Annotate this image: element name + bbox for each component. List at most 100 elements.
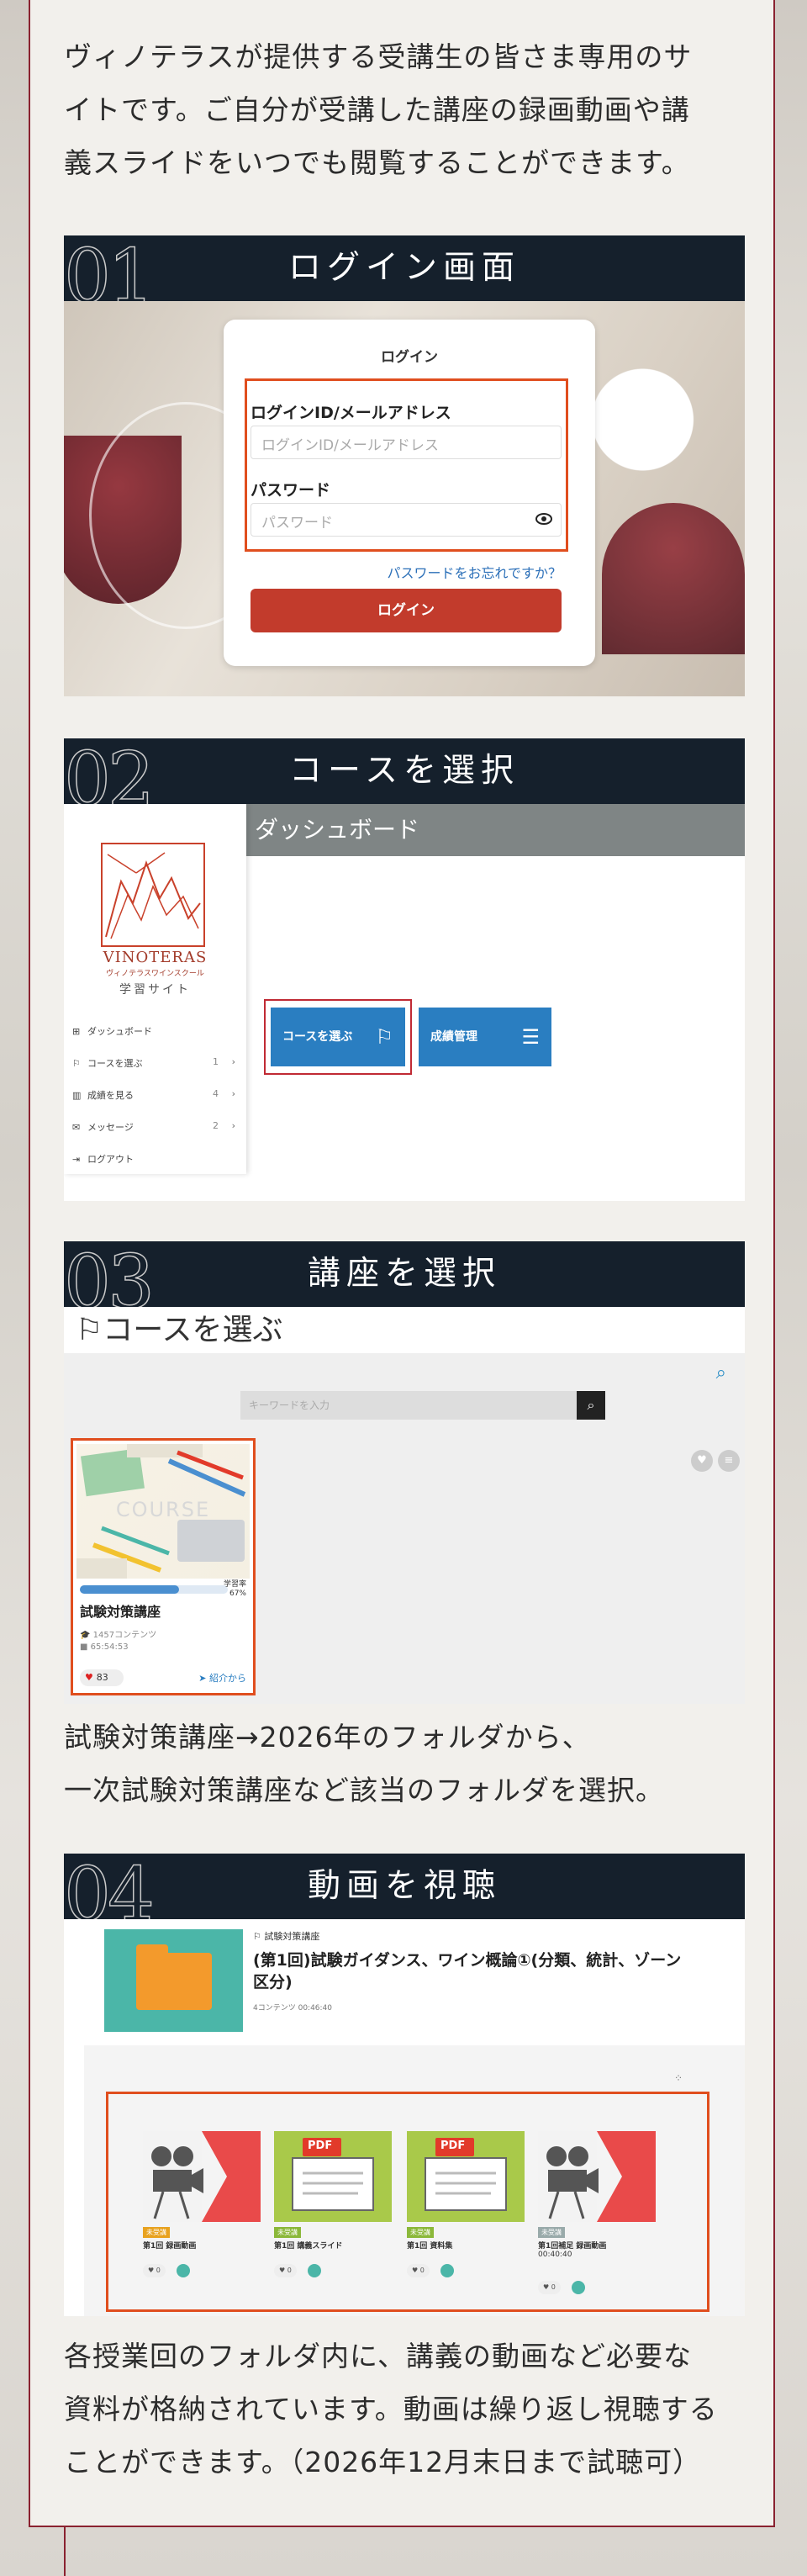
like-pill[interactable]: ♥ 0 bbox=[274, 2264, 297, 2277]
login-button[interactable]: ログイン bbox=[251, 589, 562, 632]
heart-icon: ♥ bbox=[85, 1672, 97, 1683]
flag-icon: ⚐ bbox=[375, 1025, 393, 1049]
sidebar-item-logout[interactable]: ⇥ ログアウト bbox=[72, 1152, 240, 1166]
item-caption: 未受講 第1回 録画動画 bbox=[143, 2227, 197, 2251]
grid-icon: ⊞ bbox=[72, 1026, 81, 1037]
step-title: 講座を選択 bbox=[307, 1255, 501, 1293]
flag-icon: ⚐ bbox=[72, 1058, 81, 1069]
list-icon[interactable]: ≡ bbox=[718, 1450, 740, 1472]
frame-tail bbox=[64, 2527, 66, 2576]
video-item[interactable] bbox=[538, 2131, 656, 2222]
progress-bar bbox=[80, 1585, 228, 1594]
logo-caption: 学習サイト bbox=[119, 983, 191, 997]
page-title: ⚐コースを選ぶ bbox=[64, 1307, 745, 1353]
password-label: パスワード bbox=[251, 481, 331, 500]
intro-text: ヴィノテラスが提供する受講生の皆さま専用のサ イトです。ご自分が受講した講座の録… bbox=[64, 30, 753, 189]
intro-line: イトです。ご自分が受講した講座の録画動画や講 bbox=[64, 93, 690, 126]
password-input[interactable]: パスワード bbox=[251, 503, 562, 537]
like-pill[interactable]: ♥ 0 bbox=[407, 2264, 430, 2277]
step3-caption: 試験対策講座→2026年のフォルダから、 一次試験対策講座など該当のフォルダを選… bbox=[64, 1721, 664, 1806]
content-card: ヴィノテラスが提供する受講生の皆さま専用のサ イトです。ご自分が受講した講座の録… bbox=[29, 0, 775, 2527]
flag-icon: ⚐ bbox=[253, 1931, 265, 1942]
progress-text: 学習率 67% bbox=[223, 1580, 246, 1598]
pdf-item[interactable]: PDF bbox=[407, 2131, 525, 2222]
search-button[interactable]: ⌕ bbox=[577, 1391, 605, 1420]
heart-icon[interactable]: ♥ bbox=[691, 1450, 713, 1472]
pdf-label: PDF bbox=[308, 2140, 333, 2152]
sidebar-item-dashboard[interactable]: ⊞ ダッシュボード bbox=[72, 1024, 240, 1038]
status-badge: 未受講 bbox=[274, 2227, 301, 2238]
step-title: コースを選択 bbox=[288, 752, 520, 790]
login-screenshot: ログイン ログインID/メールアドレス ログインID/メールアドレス パスワード… bbox=[64, 301, 745, 696]
step-header-03: 03 講座を選択 bbox=[63, 1241, 745, 1320]
sidebar-item-grades[interactable]: ▥ 成績を見る 4 › bbox=[72, 1088, 240, 1102]
step-title: ログイン画面 bbox=[287, 249, 520, 287]
chevron-right-icon: › bbox=[231, 1088, 235, 1099]
forgot-password-link[interactable]: パスワードをお忘れですか？ bbox=[387, 562, 562, 582]
send-icon: ➤ bbox=[198, 1673, 209, 1684]
count-badge: 2 bbox=[213, 1120, 219, 1131]
step-header-02: 02 コースを選択 bbox=[63, 738, 745, 817]
dashboard-title: ダッシュボード bbox=[246, 804, 745, 856]
share-link[interactable]: ➤ 紹介から bbox=[198, 1671, 246, 1685]
course-screenshot: ⚐コースを選ぶ ⌕ キーワードを入力 ⌕ ♥ ≡ COURSE 学習率 67% … bbox=[64, 1307, 745, 1704]
sidebar: VINOTERAS ヴィノテラスワインスクール 学習サイト ⊞ ダッシュボード ⚐… bbox=[64, 804, 246, 1174]
count-badge: 1 bbox=[213, 1056, 219, 1067]
chevron-right-icon: › bbox=[231, 1056, 235, 1067]
pdf-item[interactable]: PDF bbox=[274, 2131, 392, 2222]
sidebar-item-messages[interactable]: ✉ メッセージ 2 › bbox=[72, 1120, 240, 1134]
like-counter[interactable]: ♥ 83 bbox=[80, 1669, 124, 1686]
pdf-label: PDF bbox=[440, 2140, 466, 2152]
duration: 00:40:40 bbox=[538, 2251, 572, 2259]
grid-view-icon[interactable]: ⁘ bbox=[674, 2072, 683, 2084]
status-badge: 未受講 bbox=[538, 2227, 565, 2238]
folder-thumbnail bbox=[104, 1929, 243, 2032]
sidebar-item-courses[interactable]: ⚐ コースを選ぶ 1 › bbox=[72, 1056, 240, 1070]
logo-subtitle: ヴィノテラスワインスクール bbox=[106, 970, 204, 978]
like-pill[interactable]: ♥ 0 bbox=[538, 2281, 561, 2294]
intro-line: ヴィノテラスが提供する受講生の皆さま専用のサ bbox=[64, 40, 693, 73]
flag-icon: ⚐ bbox=[76, 1313, 103, 1347]
search-icon[interactable]: ⌕ bbox=[716, 1362, 726, 1383]
logo-text: VINOTERAS bbox=[103, 949, 208, 966]
status-badge: 未受講 bbox=[407, 2227, 434, 2238]
intro-line: 義スライドをいつでも閲覧することができます。 bbox=[64, 146, 690, 179]
dashboard-screenshot: ダッシュボード VINOTERAS ヴィノテラスワインスクール 学習サイト ⊞ ダ… bbox=[64, 804, 745, 1201]
course-card[interactable]: COURSE 学習率 67% 試験対策講座 🎓 1457コンテンツ ■ 65:54… bbox=[71, 1438, 256, 1695]
vinoteras-logo bbox=[101, 843, 205, 947]
logout-icon: ⇥ bbox=[72, 1154, 81, 1165]
eye-icon[interactable] bbox=[535, 511, 552, 529]
duration: ■ 65:54:53 bbox=[80, 1642, 129, 1652]
step-title: 動画を視聴 bbox=[307, 1867, 501, 1905]
search-input[interactable]: キーワードを入力 bbox=[240, 1391, 577, 1420]
item-caption: 未受講 第1回補足 録画動画 00:40:40 bbox=[538, 2227, 607, 2259]
step-header-01: 01 ログイン画面 bbox=[63, 235, 745, 315]
choose-course-button[interactable]: コースを選ぶ ⚐ bbox=[271, 1008, 405, 1066]
chat-icon: ✉ bbox=[72, 1122, 81, 1133]
course-title: 試験対策講座 bbox=[80, 1604, 161, 1620]
status-dot bbox=[440, 2264, 454, 2277]
breadcrumb[interactable]: ⚐ 試験対策講座 bbox=[253, 1929, 319, 1943]
course-thumbnail: COURSE bbox=[76, 1444, 250, 1579]
item-caption: 未受講 第1回 講義スライド bbox=[274, 2227, 343, 2251]
id-input[interactable]: ログインID/メールアドレス bbox=[251, 426, 562, 459]
content-count: 🎓 1457コンテンツ bbox=[80, 1631, 157, 1640]
step4-caption: 各授業回のフォルダ内に、講義の動画など必要な 資料が格納されています。動画は繰り… bbox=[64, 2340, 718, 2478]
id-label: ログインID/メールアドレス bbox=[251, 404, 451, 422]
folder-icon bbox=[136, 1944, 212, 2010]
wine-glass-image bbox=[602, 503, 745, 654]
list-icon: ☰ bbox=[521, 1025, 540, 1049]
video-screenshot: ⚐ 試験対策講座 (第1回)試験ガイダンス、ワイン概論①(分類、統計、ゾーン区分… bbox=[64, 1919, 745, 2316]
course-watermark: COURSE bbox=[115, 1498, 211, 1521]
like-pill[interactable]: ♥ 0 bbox=[143, 2264, 166, 2277]
status-dot bbox=[308, 2264, 321, 2277]
progress-fill bbox=[80, 1585, 179, 1594]
item-caption: 未受講 第1回 資料集 bbox=[407, 2227, 453, 2251]
video-item[interactable] bbox=[143, 2131, 261, 2222]
grades-button[interactable]: 成績管理 ☰ bbox=[419, 1008, 551, 1066]
chevron-right-icon: › bbox=[231, 1120, 235, 1131]
lesson-meta: 4コンテンツ 00:46:40 bbox=[253, 2004, 333, 2013]
video-icon: ■ bbox=[80, 1642, 91, 1652]
lesson-title: (第1回)試験ガイダンス、ワイン概論①(分類、統計、ゾーン区分) bbox=[253, 1951, 682, 1992]
cap-icon: 🎓 bbox=[80, 1631, 93, 1640]
